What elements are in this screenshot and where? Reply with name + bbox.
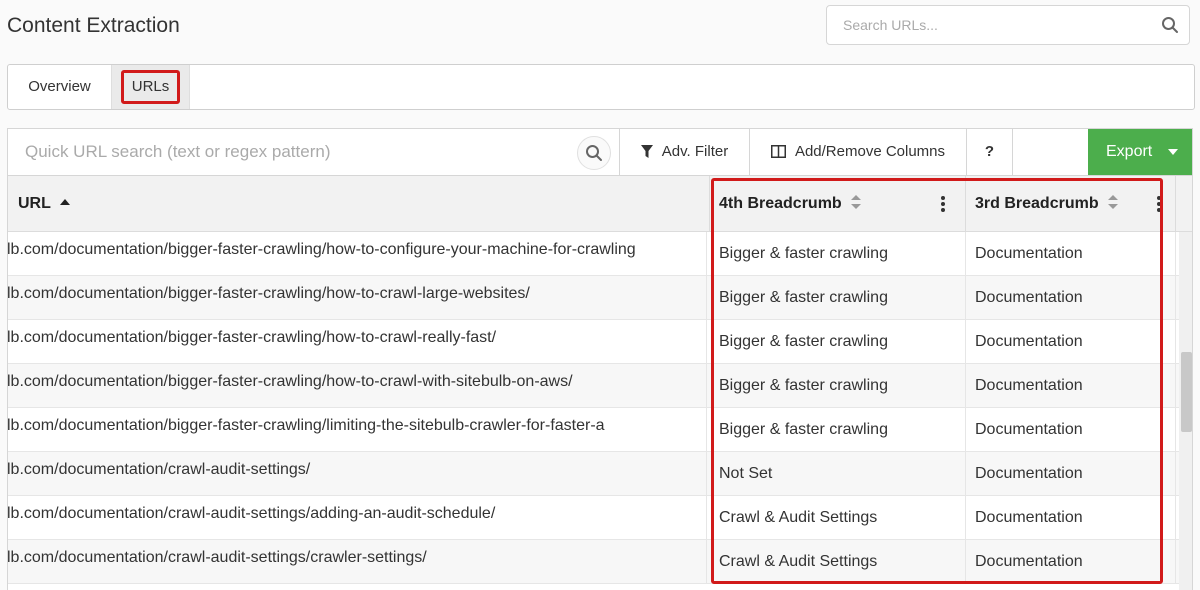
cell-4th-breadcrumb: Not Set — [710, 452, 966, 495]
add-remove-columns-button[interactable]: Add/Remove Columns — [749, 129, 966, 175]
kebab-menu-icon[interactable] — [941, 196, 945, 212]
cell-url[interactable]: lb.com/documentation/bigger-faster-crawl… — [8, 232, 707, 275]
page: Content Extraction Overview URLs — [0, 0, 1200, 590]
export-button[interactable]: Export — [1088, 129, 1192, 175]
table-row[interactable]: lb.com/documentation/crawl-audit-setting… — [8, 496, 1192, 540]
sort-icon — [850, 195, 861, 209]
cell-4th-breadcrumb: Bigger & faster crawling — [710, 408, 966, 451]
cell-4th-breadcrumb: Crawl & Audit Settings — [710, 540, 966, 583]
cell-3rd-breadcrumb: Documentation — [966, 364, 1176, 407]
columns-icon — [770, 145, 786, 158]
sort-icon — [1107, 195, 1118, 209]
cell-4th-breadcrumb: Bigger & faster crawling — [710, 364, 966, 407]
quick-url-search-input[interactable] — [8, 129, 618, 175]
table-row[interactable]: lb.com/documentation/crawl-audit-setting… — [8, 452, 1192, 496]
cell-3rd-breadcrumb: Documentation — [966, 320, 1176, 363]
column-header-4th-breadcrumb[interactable]: 4th Breadcrumb — [710, 176, 966, 232]
cell-3rd-breadcrumb: Documentation — [966, 496, 1176, 539]
table-row[interactable]: lb.com/documentation/bigger-faster-crawl… — [8, 276, 1192, 320]
table-row[interactable]: lb.com/documentation/bigger-faster-crawl… — [8, 320, 1192, 364]
table-row[interactable]: lb.com/documentation/bigger-faster-crawl… — [8, 408, 1192, 452]
tab-urls[interactable]: URLs — [112, 65, 190, 109]
cell-url[interactable]: lb.com/documentation/bigger-faster-crawl… — [8, 276, 707, 319]
cell-url[interactable]: lb.com/documentation/crawl-audit-setting… — [8, 496, 707, 539]
page-title: Content Extraction — [7, 14, 180, 37]
cell-4th-breadcrumb: Crawl & Audit Settings — [710, 496, 966, 539]
grid-toolbar: Adv. Filter Add/Remove Columns ? Export — [8, 129, 1192, 176]
help-button[interactable]: ? — [966, 129, 1012, 175]
url-grid: Adv. Filter Add/Remove Columns ? Export … — [7, 128, 1193, 590]
adv-filter-button[interactable]: Adv. Filter — [619, 129, 749, 175]
kebab-menu-icon[interactable] — [1157, 196, 1161, 212]
cell-url[interactable]: lb.com/documentation/crawl-audit-setting… — [8, 540, 707, 583]
column-header-3rd-breadcrumb-label: 3rd Breadcrumb — [975, 195, 1099, 212]
cell-url[interactable]: lb.com/documentation/crawl-audit-setting… — [8, 452, 707, 495]
search-icon[interactable] — [1161, 16, 1179, 34]
column-header-spacer — [1176, 176, 1192, 232]
filter-icon — [640, 145, 653, 158]
tab-overview-label: Overview — [28, 78, 91, 95]
export-label: Export — [1106, 143, 1153, 160]
column-header-3rd-breadcrumb[interactable]: 3rd Breadcrumb — [966, 176, 1176, 232]
cell-4th-breadcrumb: Bigger & faster crawling — [710, 276, 966, 319]
table-row[interactable]: lb.com/documentation/bigger-faster-crawl… — [8, 232, 1192, 276]
column-header-url[interactable]: URL — [8, 176, 710, 232]
search-urls-input[interactable] — [827, 6, 1147, 44]
cell-3rd-breadcrumb: Documentation — [966, 408, 1176, 451]
cell-3rd-breadcrumb: Documentation — [966, 232, 1176, 275]
table-row[interactable]: lb.com/documentation/crawl-audit-setting… — [8, 540, 1192, 584]
quick-search-icon[interactable] — [577, 136, 611, 170]
table-row[interactable]: lb.com/documentation/bigger-faster-crawl… — [8, 364, 1192, 408]
cell-3rd-breadcrumb: Documentation — [966, 452, 1176, 495]
adv-filter-label: Adv. Filter — [661, 143, 729, 160]
vertical-scrollbar[interactable] — [1179, 232, 1192, 590]
column-header-url-label: URL — [18, 195, 51, 212]
caret-down-icon — [1168, 149, 1178, 155]
cell-4th-breadcrumb: Bigger & faster crawling — [710, 320, 966, 363]
search-urls-box[interactable] — [826, 5, 1190, 45]
tab-urls-label: URLs — [120, 70, 181, 104]
tab-bar: Overview URLs — [7, 64, 1195, 110]
tab-overview[interactable]: Overview — [8, 65, 112, 109]
cell-url[interactable]: lb.com/documentation/bigger-faster-crawl… — [8, 364, 707, 407]
cell-4th-breadcrumb: Bigger & faster crawling — [710, 232, 966, 275]
column-header-4th-breadcrumb-label: 4th Breadcrumb — [719, 195, 842, 212]
add-remove-columns-label: Add/Remove Columns — [794, 143, 946, 160]
cell-url[interactable]: lb.com/documentation/bigger-faster-crawl… — [8, 408, 707, 451]
cell-url[interactable]: lb.com/documentation/bigger-faster-crawl… — [8, 320, 707, 363]
table-body: lb.com/documentation/bigger-faster-crawl… — [8, 232, 1192, 584]
scrollbar-thumb[interactable] — [1181, 352, 1192, 432]
cell-3rd-breadcrumb: Documentation — [966, 540, 1176, 583]
toolbar-spacer — [1012, 129, 1088, 175]
cell-3rd-breadcrumb: Documentation — [966, 276, 1176, 319]
sort-asc-icon — [59, 199, 70, 205]
